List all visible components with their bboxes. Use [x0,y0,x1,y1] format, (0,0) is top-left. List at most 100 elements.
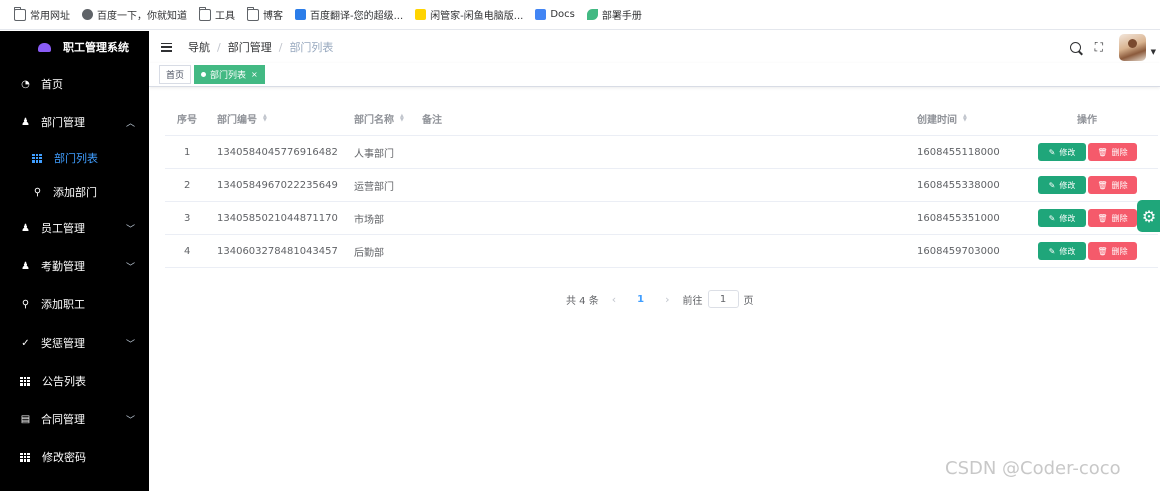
fullscreen-icon[interactable]: ⛶ [1095,41,1107,53]
chevron-up-icon: ︿ [125,118,135,129]
xianyu-icon [415,9,427,20]
folder-icon [13,6,26,21]
delete-button[interactable]: 🗑 删除 [1088,143,1137,161]
bookmark-item[interactable]: 百度一下，你就知道 [82,7,187,22]
tag-home[interactable]: 首页 [159,65,192,84]
top-navbar: 导航 / 部门管理 / 部门列表 ⛶ ▼ [149,31,1160,63]
sidebar-item-label: 部门列表 [54,152,98,165]
bookmark-item[interactable]: 闲管家-闲鱼电脑版... [415,7,523,22]
user-group-icon: ♟ [21,116,30,128]
table-icon [32,153,42,163]
delete-button[interactable]: 🗑 删除 [1088,209,1137,227]
sidebar-item-rewards[interactable]: ✓ 奖惩管理 ﹀ [0,326,149,360]
sort-icon[interactable]: ▲ ▼ [400,114,404,123]
trash-icon: 🗑 [1097,147,1108,157]
caret-down-icon[interactable]: ▼ [1151,48,1156,56]
edit-button[interactable]: ✎ 修改 [1038,242,1086,260]
navbar-right: ⛶ ▼ [1069,31,1160,63]
column-header-actions: 操作 [1077,114,1097,126]
column-header-created[interactable]: 创建时间 ▲ ▼ [917,101,967,135]
app-logo[interactable]: 职工管理系统 [0,31,149,63]
sidebar-item-home[interactable]: ◔ 首页 [0,67,149,101]
tag-department-list[interactable]: 部门列表 × [194,65,265,84]
pagination-goto-suffix: 页 [743,295,754,307]
breadcrumb-item[interactable]: 导航 [188,39,210,55]
pagination: 共 4 条 ‹ 1 › 前往 1 页 [566,290,754,308]
table-icon [20,452,30,462]
tags-view: 首页 部门列表 × [149,63,1160,87]
settings-button[interactable]: ⚙ [1137,200,1160,232]
column-header-index: 序号 [177,114,197,126]
sort-icon[interactable]: ▲ ▼ [963,114,967,123]
bookmark-item[interactable]: Docs [535,9,575,20]
sidebar-item-label: 合同管理 [41,413,85,426]
table-row: 4 1340603278481043457 后勤部 1608459703000 … [165,235,1158,268]
search-icon[interactable] [1069,41,1081,53]
sidebar-item-add-department[interactable]: ⚲ 添加部门 [0,175,149,209]
edit-button[interactable]: ✎ 修改 [1038,143,1086,161]
folder-icon [198,6,211,21]
bookmark-item[interactable]: 常用网址 [13,6,70,22]
sidebar-item-change-password[interactable]: 修改密码 [0,440,149,474]
sidebar-item-label: 首页 [41,78,63,91]
tree-icon: ⚲ [21,298,30,310]
sidebar-item-department-list[interactable]: 部门列表 [0,141,149,175]
hamburger-icon[interactable] [161,42,172,52]
page-jump-input[interactable]: 1 [707,290,739,308]
sidebar-item-employee[interactable]: ♟ 员工管理 ﹀ [0,211,149,245]
sidebar-item-add-employee[interactable]: ⚲ 添加职工 [0,287,149,321]
dashboard-icon: ◔ [21,78,30,90]
bookmark-item[interactable]: 工具 [198,6,235,22]
sidebar-item-department[interactable]: ♟ 部门管理 ︿ [0,105,149,139]
edit-icon: ✎ [1048,180,1056,190]
close-icon[interactable]: × [251,70,258,79]
sidebar-item-attendance[interactable]: ♟ 考勤管理 ﹀ [0,249,149,283]
sidebar-item-label: 考勤管理 [41,260,85,273]
edit-button[interactable]: ✎ 修改 [1038,176,1086,194]
pagination-goto-label: 前往 [682,295,703,307]
column-header-id[interactable]: 部门编号 ▲ ▼ [217,101,267,135]
breadcrumb-item[interactable]: 部门管理 [228,39,272,55]
gear-icon: ⚙ [1141,206,1157,226]
sidebar-item-notices[interactable]: 公告列表 [0,364,149,398]
delete-button[interactable]: 🗑 删除 [1088,176,1137,194]
user-icon: ♟ [21,260,30,272]
chevron-down-icon: ﹀ [125,415,135,426]
edit-icon: ✎ [1048,246,1056,256]
sort-icon[interactable]: ▲ ▼ [263,114,267,123]
bookmark-item[interactable]: 百度翻译-您的超级... [295,7,403,22]
active-dot-icon [201,72,207,77]
avatar[interactable] [1118,33,1146,61]
trash-icon: 🗑 [1097,246,1108,256]
sidebar-item-label: 奖惩管理 [41,337,85,350]
pagination-page[interactable]: 1 [637,294,644,305]
table-row: 3 1340585021044871170 市场部 1608455351000 … [165,202,1158,235]
trash-icon: 🗑 [1097,180,1108,190]
edit-icon: ✎ [1048,147,1056,157]
user-icon: ♟ [21,222,30,234]
docs-icon [535,9,547,20]
bookmark-item[interactable]: 部署手册 [586,7,642,22]
bookmark-item[interactable]: 博客 [246,6,283,22]
column-header-name[interactable]: 部门名称 ▲ ▼ [354,101,404,135]
sidebar-item-contracts[interactable]: ▤ 合同管理 ﹀ [0,402,149,436]
sidebar-item-label: 员工管理 [41,222,85,235]
chevron-left-icon[interactable]: ‹ [612,293,616,306]
watermark: CSDN @Coder-coco [945,458,1121,479]
edit-icon: ✎ [1048,213,1056,223]
translate-icon [295,9,306,20]
chevron-down-icon: ﹀ [125,339,135,350]
check-icon: ✓ [21,337,30,349]
table-row: 1 1340584045776916482 人事部门 1608455118000… [165,136,1158,169]
breadcrumb: 导航 / 部门管理 / 部门列表 [188,39,334,55]
table-icon [20,376,30,386]
edit-button[interactable]: ✎ 修改 [1038,209,1086,227]
globe-icon [82,9,93,20]
table-header: 序号 部门编号 ▲ ▼ 部门名称 ▲ ▼ 备注 创建时间 ▲ ▼ 操作 [165,101,1158,136]
pagination-total: 共 4 条 [566,295,599,307]
sidebar-item-label: 修改密码 [42,451,86,464]
department-table: 序号 部门编号 ▲ ▼ 部门名称 ▲ ▼ 备注 创建时间 ▲ ▼ 操作 1 13405840… [165,101,1158,268]
delete-button[interactable]: 🗑 删除 [1088,242,1137,260]
chevron-right-icon[interactable]: › [665,293,669,306]
tree-icon: ⚲ [33,186,42,198]
